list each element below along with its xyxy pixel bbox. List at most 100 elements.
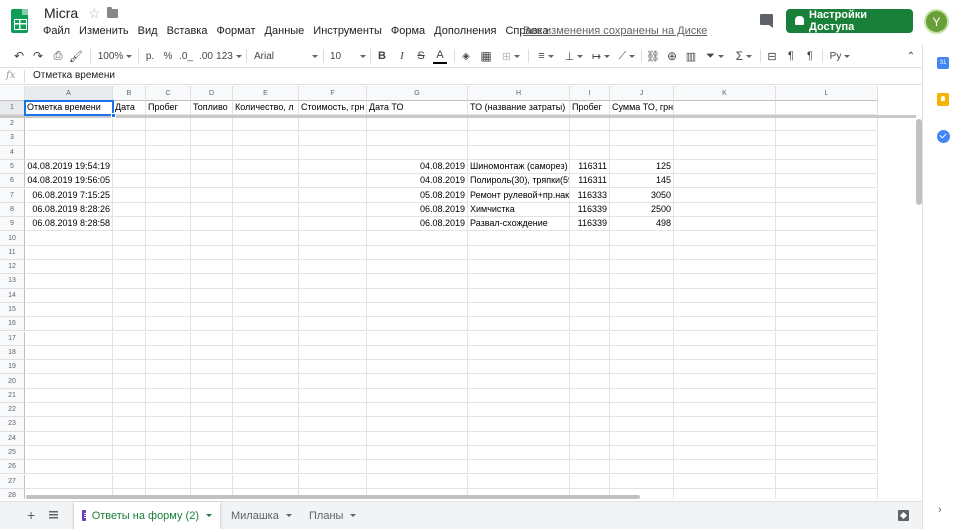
cell-a13[interactable] [25, 274, 113, 289]
cell-f7[interactable] [299, 188, 367, 203]
cell-k11[interactable] [674, 245, 776, 260]
cell-k28[interactable] [674, 488, 776, 499]
cell-k14[interactable] [674, 288, 776, 303]
cell-h17[interactable] [468, 331, 570, 346]
cell-b2[interactable] [113, 117, 146, 132]
cell-c11[interactable] [146, 245, 191, 260]
font-size-select[interactable]: 10 [330, 48, 366, 64]
cell-d1[interactable]: Топливо [191, 101, 233, 115]
cell-e16[interactable] [233, 317, 299, 332]
row-header-15[interactable]: 15 [0, 302, 25, 318]
redo-icon[interactable]: ↷ [30, 48, 46, 64]
sheet-tab-milashka[interactable]: Милашка [223, 502, 300, 529]
cell-k2[interactable] [674, 117, 776, 132]
cell-b11[interactable] [113, 245, 146, 260]
cell-a27[interactable] [25, 474, 113, 489]
cell-g21[interactable] [367, 388, 468, 403]
cell-j4[interactable] [610, 145, 674, 160]
cell-l12[interactable] [776, 260, 878, 275]
cell-a12[interactable] [25, 260, 113, 275]
cell-f9[interactable] [299, 217, 367, 232]
cell-k12[interactable] [674, 260, 776, 275]
row-header-18[interactable]: 18 [0, 345, 25, 361]
cell-j7[interactable]: 3050 [610, 188, 674, 203]
cell-c21[interactable] [146, 388, 191, 403]
cell-c19[interactable] [146, 360, 191, 375]
row-header-26[interactable]: 26 [0, 460, 25, 475]
cell-d10[interactable] [191, 231, 233, 246]
cell-k13[interactable] [674, 274, 776, 289]
cell-a9[interactable]: 06.08.2019 8:28:58 [25, 217, 113, 232]
cell-h15[interactable] [468, 302, 570, 318]
cell-a18[interactable] [25, 345, 113, 361]
cell-e18[interactable] [233, 345, 299, 361]
cell-l5[interactable] [776, 159, 878, 175]
cell-g15[interactable] [367, 302, 468, 318]
cell-g18[interactable] [367, 345, 468, 361]
functions-icon[interactable]: Σ [732, 48, 756, 64]
menu-file[interactable]: Файл [43, 25, 70, 37]
row-header-7[interactable]: 7 [0, 188, 25, 203]
cell-j17[interactable] [610, 331, 674, 346]
cell-f24[interactable] [299, 431, 367, 446]
cell-i19[interactable] [570, 360, 610, 375]
row-header-24[interactable]: 24 [0, 431, 25, 446]
cell-f13[interactable] [299, 274, 367, 289]
cell-d18[interactable] [191, 345, 233, 361]
cell-j2[interactable] [610, 117, 674, 132]
cell-l20[interactable] [776, 374, 878, 389]
cell-h11[interactable] [468, 245, 570, 260]
cell-d8[interactable] [191, 202, 233, 218]
cell-a11[interactable] [25, 245, 113, 260]
increase-decimal-button[interactable]: .00 [197, 48, 215, 64]
cell-d20[interactable] [191, 374, 233, 389]
cell-e23[interactable] [233, 417, 299, 432]
cell-i26[interactable] [570, 460, 610, 475]
strikethrough-button[interactable]: S [414, 48, 428, 64]
cell-h21[interactable] [468, 388, 570, 403]
cell-l4[interactable] [776, 145, 878, 160]
cell-d16[interactable] [191, 317, 233, 332]
cell-b10[interactable] [113, 231, 146, 246]
cell-j12[interactable] [610, 260, 674, 275]
cell-h1[interactable]: ТО (название затраты) [468, 101, 570, 115]
cell-g16[interactable] [367, 317, 468, 332]
cell-d11[interactable] [191, 245, 233, 260]
cell-f8[interactable] [299, 202, 367, 218]
cell-e14[interactable] [233, 288, 299, 303]
cell-f21[interactable] [299, 388, 367, 403]
cell-l23[interactable] [776, 417, 878, 432]
cell-d17[interactable] [191, 331, 233, 346]
cell-a3[interactable] [25, 131, 113, 146]
cell-c12[interactable] [146, 260, 191, 275]
cell-k5[interactable] [674, 159, 776, 175]
number-format-select[interactable]: 123 [216, 48, 242, 64]
cell-b24[interactable] [113, 431, 146, 446]
keep-icon[interactable] [937, 93, 949, 106]
cell-h20[interactable] [468, 374, 570, 389]
cell-d23[interactable] [191, 417, 233, 432]
cell-e4[interactable] [233, 145, 299, 160]
cell-a14[interactable] [25, 288, 113, 303]
cell-d9[interactable] [191, 217, 233, 232]
cell-i18[interactable] [570, 345, 610, 361]
cell-j24[interactable] [610, 431, 674, 446]
cell-j27[interactable] [610, 474, 674, 489]
chevron-down-icon[interactable] [350, 514, 357, 517]
cell-f1[interactable]: Стоимость, грн [299, 101, 367, 115]
cell-a17[interactable] [25, 331, 113, 346]
cell-e1[interactable]: Количество, л [233, 101, 299, 115]
row-header-6[interactable]: 6 [0, 174, 25, 189]
cell-j10[interactable] [610, 231, 674, 246]
cell-f17[interactable] [299, 331, 367, 346]
cell-d2[interactable] [191, 117, 233, 132]
row-header-3[interactable]: 3 [0, 131, 25, 146]
paint-format-icon[interactable]: 🖌 [69, 48, 83, 64]
all-sheets-icon[interactable] [49, 511, 58, 519]
cell-e15[interactable] [233, 302, 299, 318]
cell-a5[interactable]: 04.08.2019 19:54:19 [25, 159, 113, 175]
cell-e19[interactable] [233, 360, 299, 375]
cell-g14[interactable] [367, 288, 468, 303]
cell-j1[interactable]: Сумма ТО, грн [610, 101, 674, 115]
text-color-button[interactable]: A [433, 48, 447, 64]
